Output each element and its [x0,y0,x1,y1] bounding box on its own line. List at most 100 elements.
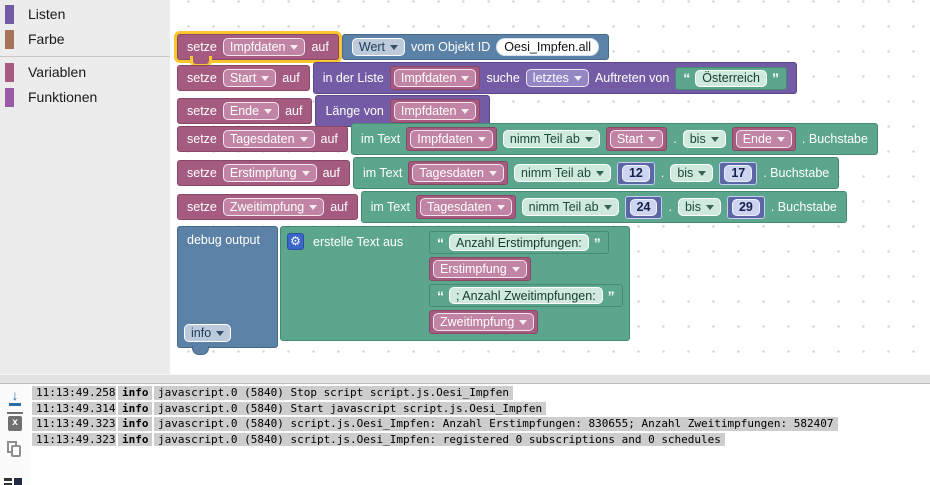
block-text-string[interactable]: “ Anzahl Erstimpfungen: ” [429,231,609,254]
download-icon: ↓ [9,388,21,406]
block-label: in der Liste [322,71,384,85]
number-field[interactable]: 12 [621,164,650,182]
number-field[interactable]: 17 [724,164,753,182]
log-timestamp: 11:13:49.323 [32,432,116,446]
block-set-variable-start[interactable]: setze Start auf [177,65,310,91]
log-message: javascript.0 (5840) script.js.Oesi_Impfe… [154,417,838,431]
block-set-variable-tagesdaten[interactable]: setze Tagesdaten auf [177,126,348,152]
dropdown-caret-icon [584,137,593,142]
block-math-number[interactable]: 17 [719,161,758,185]
block-variable-get[interactable]: Impfdaten [389,99,481,123]
dropdown-caret-icon [261,76,270,81]
substring-to-dropdown[interactable]: bis [682,130,726,148]
block-set-variable-impfdaten[interactable]: setze Impfdaten auf [177,34,339,67]
variable-dropdown[interactable]: Tagesdaten [222,130,315,148]
block-label: auf [285,104,303,118]
category-color-swatch [5,29,14,49]
variable-dropdown[interactable]: Erstimpfung [222,164,317,182]
block-list-find-occurrence[interactable]: in der Liste Impfdaten suche letztes Auf… [312,62,797,94]
log-toolbar: ↓ x [0,384,30,485]
block-set-variable-erstimpfung[interactable]: setze Erstimpfung auf [177,160,350,186]
block-variable-get[interactable]: Impfdaten [406,127,497,151]
variable-dropdown[interactable]: Zweitimpfung [433,313,535,331]
block-variable-get[interactable]: Ende [731,127,796,151]
blockly-workspace[interactable]: setze Impfdaten auf Wert vom Objekt ID O… [170,0,930,374]
toolbox-category-funktionen[interactable]: Funktionen [0,86,170,108]
block-label: setze [187,40,217,54]
variable-dropdown[interactable]: Ende [222,102,280,120]
dropdown-caret-icon [216,331,225,336]
category-color-swatch [5,87,14,107]
substring-to-dropdown[interactable]: bis [670,164,714,182]
block-math-number[interactable]: 12 [616,161,655,185]
variable-dropdown[interactable]: Ende [735,130,792,148]
block-variable-get[interactable]: Tagesdaten [408,161,508,185]
block-text-string[interactable]: “ ; Anzahl Zweitimpfungen: ” [429,284,623,307]
substring-from-dropdown[interactable]: nimm Teil ab [502,130,600,148]
block-set-variable-zweitimpfung[interactable]: setze Zweitimpfung auf [177,194,358,220]
dropdown-caret-icon [710,137,719,142]
block-create-text-join[interactable]: ⚙ erstelle Text aus “ Anzahl Erstimpfung… [280,226,630,341]
block-text-substring[interactable]: im Text Tagesdaten nimm Teil ab 12 . bis [352,157,840,189]
log-timestamp: 11:13:49.323 [32,417,116,431]
substring-to-dropdown[interactable]: bis [677,198,721,216]
variable-dropdown[interactable]: Erstimpfung [433,260,527,278]
category-color-swatch [5,4,14,24]
dropdown-caret-icon [461,76,470,81]
block-debug-output[interactable]: debug output info [177,226,278,355]
variable-dropdown[interactable]: Impfdaten [222,38,306,56]
log-row: 11:13:49.323 info javascript.0 (5840) sc… [32,432,930,446]
variable-dropdown[interactable]: Start [222,69,277,87]
block-text-string[interactable]: “ Österreich ” [675,66,787,90]
toolbox-category-listen[interactable]: Listen [0,3,170,25]
variable-dropdown[interactable]: Impfdaten [393,102,477,120]
block-math-number[interactable]: 24 [624,195,663,219]
block-label: Länge von [325,104,384,118]
log-filter-icon[interactable] [4,478,22,485]
variable-dropdown[interactable]: Zweitimpfung [222,198,325,216]
block-label: setze [187,166,217,180]
block-text-substring[interactable]: im Text Tagesdaten nimm Teil ab 24 . bis [360,191,847,223]
variable-dropdown[interactable]: Tagesdaten [412,164,504,182]
toolbox-category-label: Variablen [28,64,87,80]
log-level-dropdown[interactable]: info [184,324,232,342]
clear-log-button[interactable]: x [0,410,30,436]
value-type-dropdown[interactable]: Wert [351,38,406,56]
block-variable-get[interactable]: Impfdaten [389,66,481,90]
variable-dropdown[interactable]: Impfdaten [410,130,493,148]
mutator-gear-icon[interactable]: ⚙ [287,233,304,250]
block-set-variable-ende[interactable]: setze Ende auf [177,98,313,124]
download-log-button[interactable]: ↓ [0,384,30,410]
variable-dropdown[interactable]: Impfdaten [393,69,477,87]
block-get-object-value[interactable]: Wert vom Objekt ID Oesi_Impfen.all [341,34,610,60]
block-variable-get[interactable]: Start [605,127,668,151]
copy-log-button[interactable] [0,436,30,462]
log-level: info [118,417,152,431]
number-field[interactable]: 29 [731,198,760,216]
block-math-number[interactable]: 29 [726,195,765,219]
dropdown-caret-icon [698,171,707,176]
dropdown-caret-icon [519,320,528,325]
number-field[interactable]: 24 [629,198,658,216]
toolbox-category-variablen[interactable]: Variablen [0,61,170,83]
log-rows: 11:13:49.258 info javascript.0 (5840) St… [32,386,930,448]
variable-dropdown[interactable]: Tagesdaten [420,198,512,216]
substring-from-dropdown[interactable]: nimm Teil ab [521,198,619,216]
toolbox-category-farbe[interactable]: Farbe [0,28,170,50]
block-variable-get[interactable]: Zweitimpfung [429,310,539,334]
variable-dropdown[interactable]: Start [609,130,664,148]
dropdown-caret-icon [496,205,505,210]
log-panel-splitter[interactable] [0,374,930,384]
toolbox-category-label: Farbe [28,31,65,47]
block-text-substring[interactable]: im Text Impfdaten nimm Teil ab Start . b… [350,123,878,155]
substring-from-dropdown[interactable]: nimm Teil ab [514,164,611,182]
occurrence-mode-dropdown[interactable]: letztes [525,69,589,87]
block-variable-get[interactable]: Erstimpfung [429,257,531,281]
string-field[interactable]: ; Anzahl Zweitimpfungen: [449,287,603,304]
object-id-field[interactable]: Oesi_Impfen.all [496,38,600,56]
block-variable-get[interactable]: Tagesdaten [416,195,516,219]
dropdown-caret-icon [299,137,308,142]
string-field[interactable]: Anzahl Erstimpfungen: [449,234,589,251]
block-label: auf [322,166,340,180]
string-field[interactable]: Österreich [695,69,767,87]
